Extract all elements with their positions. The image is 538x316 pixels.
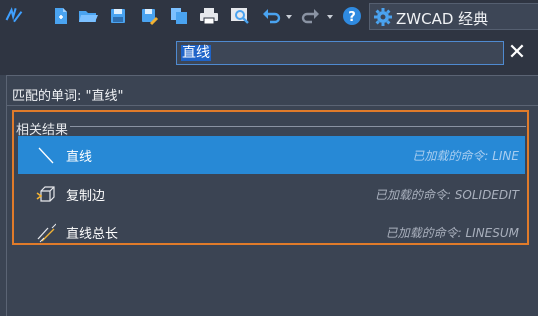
result-desc: 已加载的命令: LINE xyxy=(412,149,519,163)
toolbar: ? ZWCAD 经典 xyxy=(0,0,538,33)
search-bar: 直线 ✕ xyxy=(0,33,538,75)
result-row-copy-edge[interactable]: 复制边 已加载的命令: SOLIDEDIT xyxy=(18,175,525,213)
redo-dropdown-icon[interactable] xyxy=(325,6,335,26)
divider xyxy=(6,105,538,106)
save-as-icon[interactable] xyxy=(139,6,159,26)
open-folder-icon[interactable] xyxy=(78,6,98,26)
app-logo-icon[interactable] xyxy=(4,5,28,29)
result-name: 直线总长 xyxy=(66,227,119,242)
result-row-line[interactable]: 直线 已加载的命令: LINE xyxy=(18,136,525,174)
group-divider xyxy=(16,126,526,127)
line-icon xyxy=(36,146,56,166)
undo-dropdown-icon[interactable] xyxy=(284,6,294,26)
new-file-icon[interactable] xyxy=(51,6,71,26)
copy-icon[interactable] xyxy=(169,6,189,26)
undo-icon[interactable] xyxy=(262,6,282,26)
search-input-value: 直线 xyxy=(181,45,211,61)
workspace-selector[interactable]: ZWCAD 经典 xyxy=(369,3,538,30)
match-summary: 匹配的单词: "直线" xyxy=(12,89,124,104)
result-name: 直线 xyxy=(66,150,93,165)
redo-icon[interactable] xyxy=(300,6,320,26)
gear-icon xyxy=(373,7,393,27)
close-button[interactable]: ✕ xyxy=(507,42,527,64)
result-name: 复制边 xyxy=(66,189,106,204)
result-desc: 已加载的命令: LINESUM xyxy=(385,226,519,240)
search-input[interactable]: 直线 xyxy=(176,41,504,65)
result-row-line-length[interactable]: 直线总长 已加载的命令: LINESUM xyxy=(18,213,525,251)
line-length-icon xyxy=(36,223,56,243)
print-icon[interactable] xyxy=(199,6,219,26)
help-icon[interactable]: ? xyxy=(342,6,362,26)
related-results-group: 相关结果 直线 已加载的命令: LINE 复制边 已加载的命令: SOLIDED… xyxy=(12,110,529,245)
save-icon[interactable] xyxy=(108,6,128,26)
preview-icon[interactable] xyxy=(230,6,250,26)
svg-text:?: ? xyxy=(348,10,356,25)
result-desc: 已加载的命令: SOLIDEDIT xyxy=(374,188,519,202)
workspace-label: ZWCAD 经典 xyxy=(396,10,489,28)
copy-edge-icon xyxy=(36,185,56,205)
